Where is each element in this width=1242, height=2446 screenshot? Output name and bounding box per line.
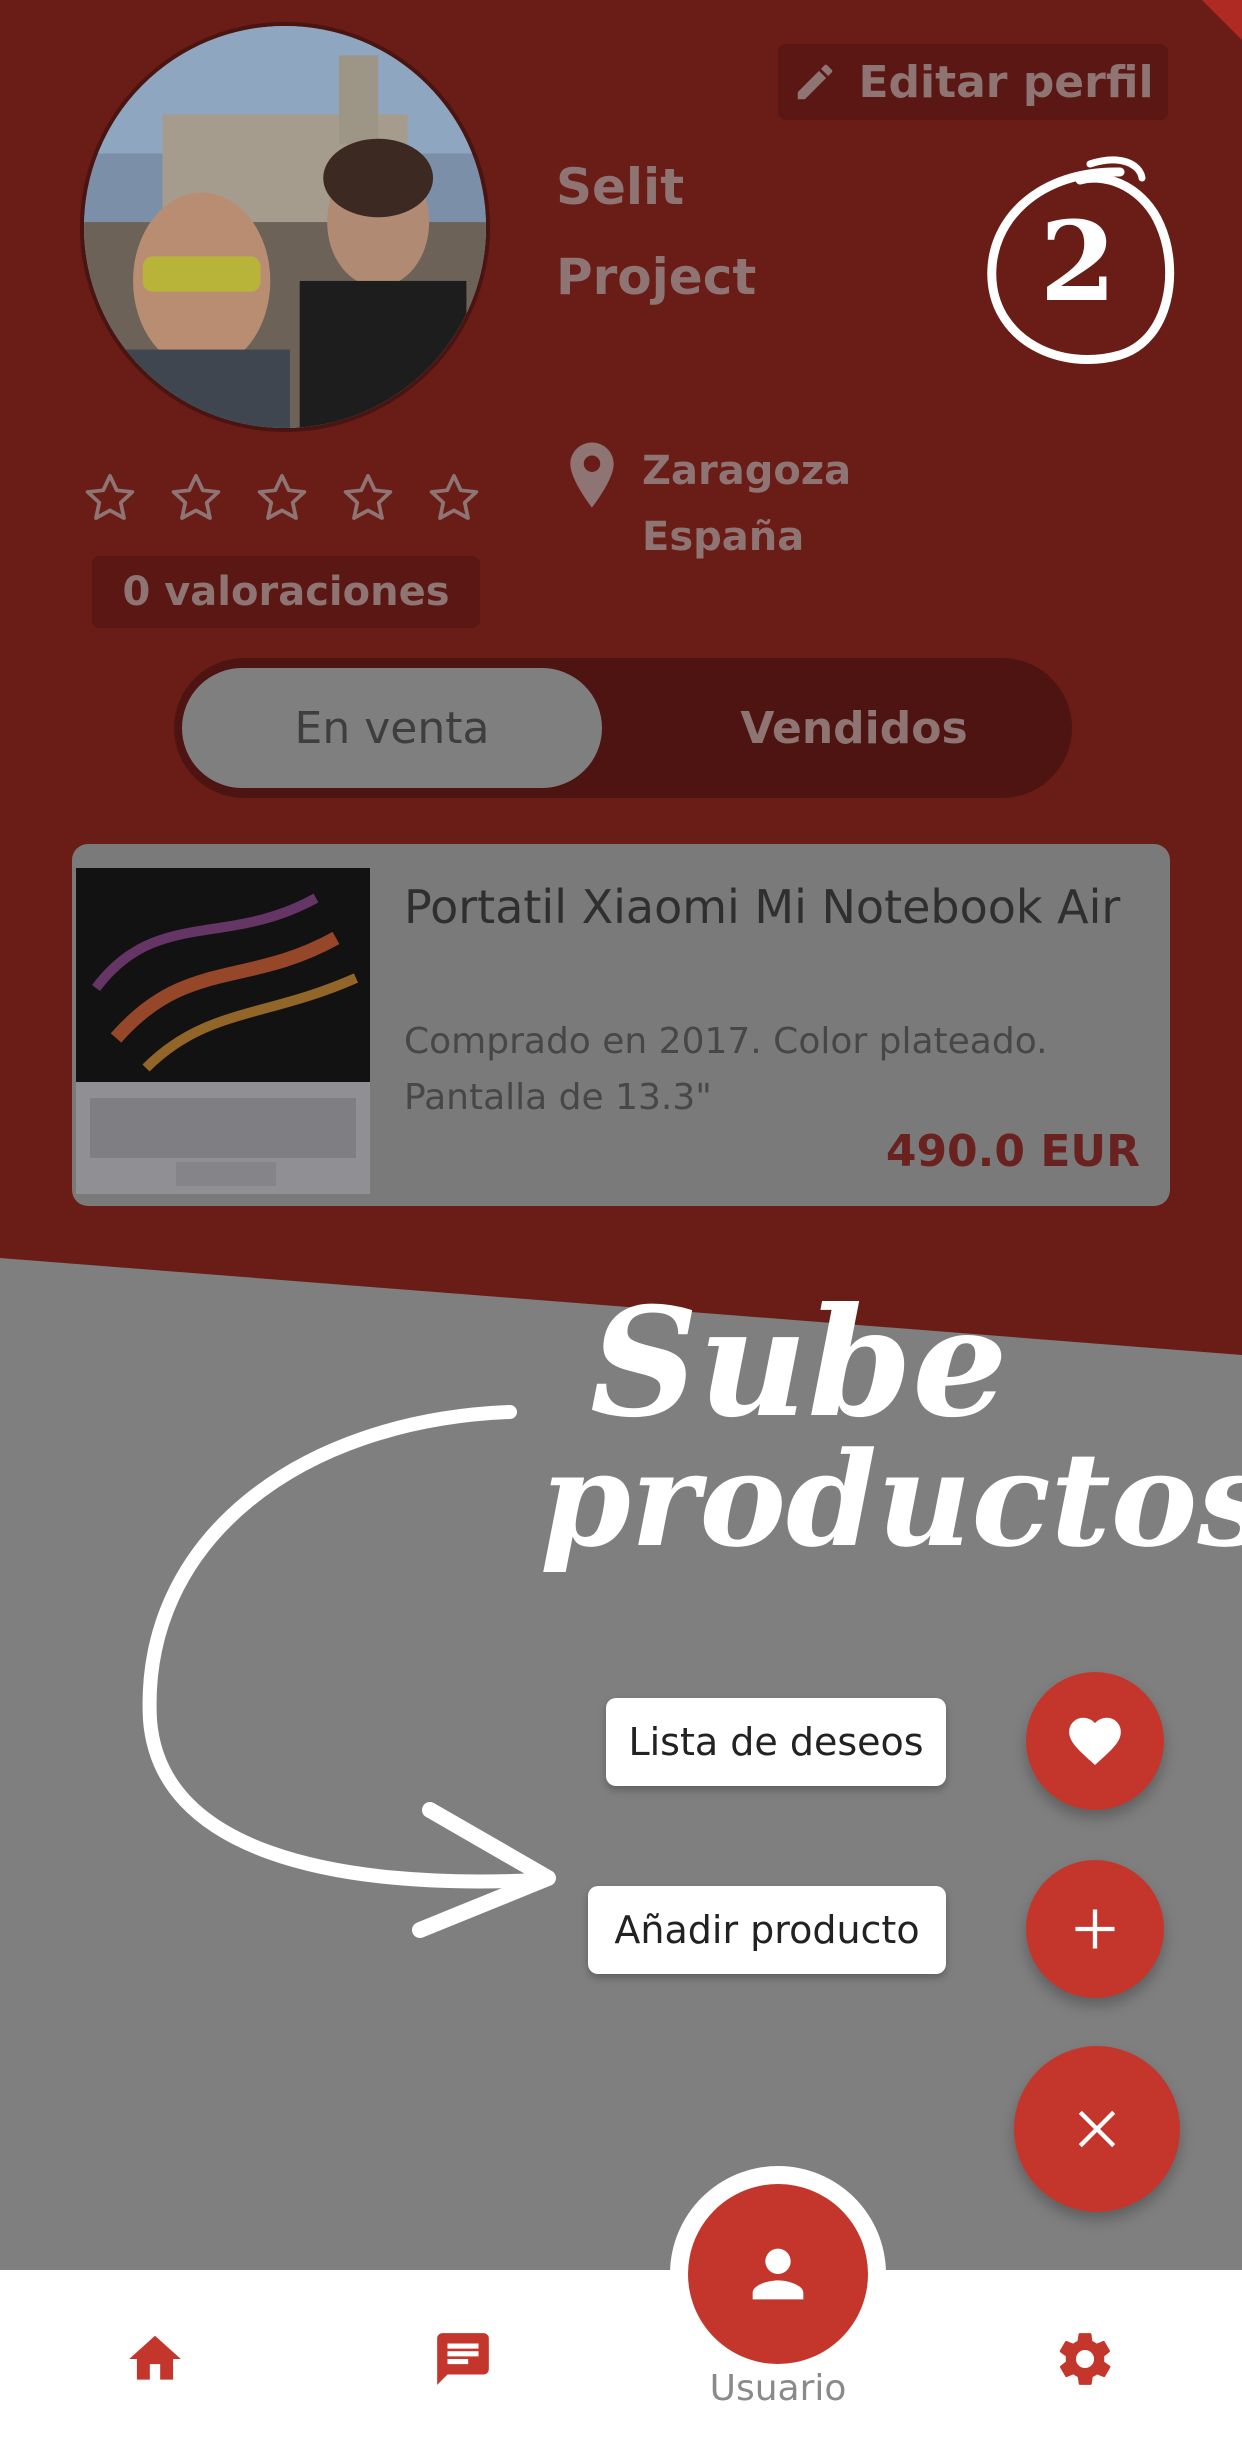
star-outline-icon: [429, 473, 479, 520]
rating-stars: [82, 470, 482, 526]
add-product-label[interactable]: Añadir producto: [588, 1886, 946, 1974]
star-outline-icon: [171, 473, 221, 520]
arrow-head: [412, 1802, 556, 1938]
avatar[interactable]: [80, 22, 490, 432]
avatar-photo: [84, 26, 486, 428]
tab-en-venta[interactable]: En venta: [182, 668, 602, 788]
product-description: Comprado en 2017. Color plateado. Pantal…: [404, 1021, 1048, 1112]
step-two-annotation: 2: [987, 156, 1175, 364]
add-product-button[interactable]: [1026, 1860, 1164, 1998]
pencil-icon: [798, 64, 833, 100]
location-pin-icon: [570, 442, 614, 508]
annotation-overlay: Sube productos: [142, 1275, 1242, 1938]
corner-accent: [1202, 0, 1242, 40]
chat-icon[interactable]: [432, 2328, 494, 2390]
wishlist-label[interactable]: Lista de deseos: [606, 1698, 946, 1786]
edit-profile-button[interactable]: Editar perfil: [778, 44, 1168, 120]
user-icon: [752, 2248, 804, 2300]
home-icon[interactable]: [124, 2328, 186, 2390]
star-outline-icon: [257, 473, 307, 520]
location-city: Zaragoza: [642, 448, 852, 494]
product-image: [76, 868, 376, 1194]
heart-icon: [1069, 1717, 1121, 1766]
product-title: Portatil Xiaomi Mi Notebook Air: [404, 880, 1121, 934]
profile-name-second: Project: [556, 248, 757, 306]
close-menu-button[interactable]: [1014, 2046, 1180, 2212]
product-card[interactable]: Portatil Xiaomi Mi Notebook Air Comprado…: [72, 844, 1170, 1206]
star-outline-icon: [343, 473, 393, 520]
ratings-count-badge: 0 valoraciones: [92, 556, 480, 628]
nav-user-button[interactable]: [688, 2184, 868, 2364]
edit-profile-label: Editar perfil: [858, 56, 1154, 108]
product-price: 490.0 EUR: [885, 1126, 1140, 1177]
tab-vendidos[interactable]: Vendidos: [644, 668, 1064, 788]
location-country: España: [642, 514, 805, 560]
plus-icon: [1075, 1909, 1115, 1949]
arrow-curve: [142, 1405, 547, 1889]
settings-icon[interactable]: [1054, 2328, 1116, 2390]
wishlist-button[interactable]: [1026, 1672, 1164, 1810]
app-screen: Editar perfil Selit Project 2 0 valoraci…: [0, 0, 1242, 2446]
star-outline-icon: [85, 473, 135, 520]
profile-name-first: Selit: [556, 158, 685, 216]
nav-user-label: Usuario: [709, 2368, 847, 2409]
step-number: 2: [1040, 197, 1117, 326]
listing-tabs: En venta Vendidos: [174, 658, 1072, 798]
annotation-caption-line2: productos: [540, 1423, 1242, 1576]
close-icon: [1078, 2110, 1116, 2148]
